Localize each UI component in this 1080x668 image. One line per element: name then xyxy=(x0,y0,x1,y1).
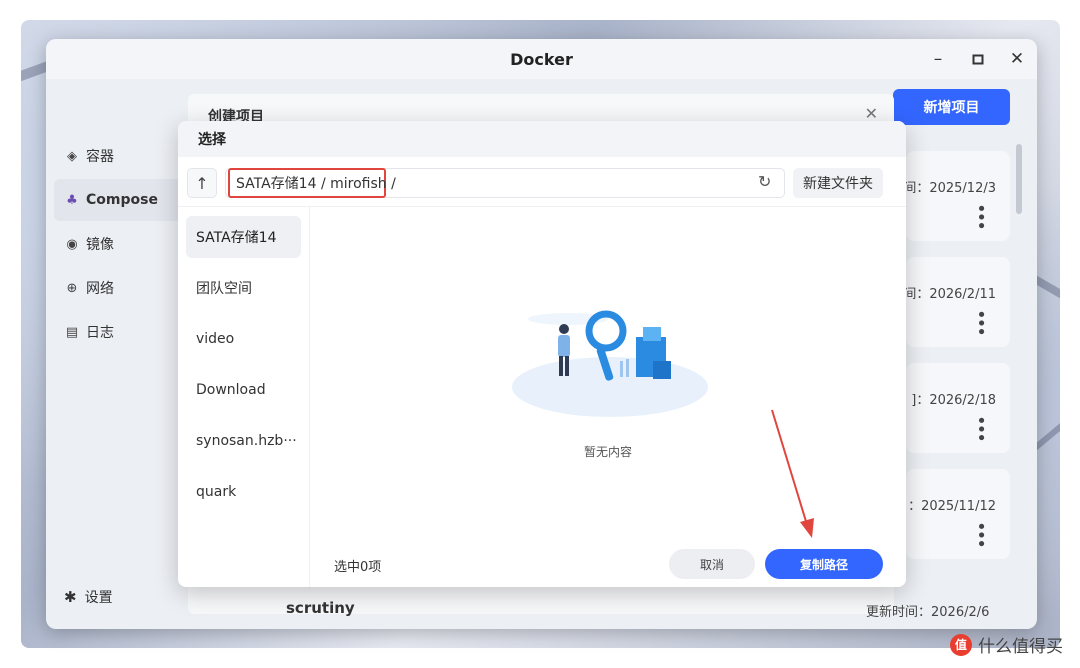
card-date: 间：2025/12/3 xyxy=(903,181,996,196)
sidebar-item-network[interactable]: ⊕ 网络 xyxy=(54,267,182,309)
sidebar-item-label: 日志 xyxy=(86,325,114,341)
card-date: 间：2026/2/11 xyxy=(903,287,996,302)
copy-path-button[interactable]: 复制路径 xyxy=(765,549,883,579)
project-card[interactable]: ]：2026/2/18 ••• xyxy=(906,363,1010,453)
watermark-badge: 值 xyxy=(950,633,972,656)
sidebar: ◈ 容器 ♣ Compose ◉ 镜像 ⊕ 网络 ▤ 日志 xyxy=(46,79,186,629)
dialog-title: 选择 xyxy=(178,121,906,157)
more-icon[interactable]: ••• xyxy=(970,415,991,441)
more-icon[interactable]: ••• xyxy=(970,521,991,547)
divider xyxy=(309,207,310,587)
sidebar-item-label: 镜像 xyxy=(86,237,114,253)
window-title: Docker xyxy=(510,49,573,69)
new-project-button[interactable]: 新增项目 xyxy=(893,89,1010,125)
divider xyxy=(178,206,906,207)
directory-item[interactable]: video xyxy=(186,318,301,360)
watermark-text: 什么值得买 xyxy=(978,637,1063,657)
selected-count: 选中0项 xyxy=(334,560,382,575)
gear-icon: ✱ xyxy=(64,588,77,606)
directory-item[interactable]: 团队空间 xyxy=(186,267,301,309)
layers-icon: ◈ xyxy=(67,148,77,164)
project-name: scrutiny xyxy=(286,599,355,617)
directory-item[interactable]: Download xyxy=(186,369,301,411)
directory-item[interactable]: quark xyxy=(186,471,301,513)
close-icon[interactable]: ✕ xyxy=(1005,47,1029,71)
cancel-button[interactable]: 取消 xyxy=(669,549,755,579)
up-arrow-icon[interactable]: ↑ xyxy=(187,168,217,198)
scrollbar[interactable] xyxy=(1016,144,1022,214)
log-icon: ▤ xyxy=(65,324,79,340)
sidebar-item-label: 网络 xyxy=(86,281,114,297)
annotation-arrow xyxy=(771,409,814,538)
disc-icon: ◉ xyxy=(66,236,78,252)
card-date: ]：2026/2/18 xyxy=(911,393,996,408)
empty-state-text: 暂无内容 xyxy=(583,445,632,459)
compose-icon: ♣ xyxy=(66,192,78,208)
maximize-icon[interactable] xyxy=(966,47,990,71)
directory-item[interactable]: synosan.hzb··· xyxy=(186,420,301,462)
more-icon[interactable]: ••• xyxy=(970,203,991,229)
project-card[interactable]: 间：2025/12/3 ••• xyxy=(903,151,1010,241)
project-date: 更新时间：2026/2/6 xyxy=(866,605,990,620)
new-folder-button[interactable]: 新建文件夹 xyxy=(793,168,883,198)
current-path: SATA存储14 / mirofish / xyxy=(228,168,396,198)
sidebar-item-images[interactable]: ◉ 镜像 xyxy=(54,223,182,265)
project-card[interactable]: 间：2026/2/11 ••• xyxy=(903,257,1010,347)
refresh-icon[interactable]: ↻ xyxy=(758,172,771,191)
empty-state-illustration xyxy=(512,310,708,417)
settings-label: 设置 xyxy=(84,590,113,606)
sidebar-item-compose[interactable]: ♣ Compose xyxy=(54,179,182,221)
more-icon[interactable]: ••• xyxy=(970,309,991,335)
sidebar-item-label: 容器 xyxy=(86,149,114,165)
project-card[interactable]: ：2025/11/12 ••• xyxy=(906,469,1010,559)
title-bar: Docker – ✕ xyxy=(46,39,1037,79)
minimize-icon[interactable]: – xyxy=(926,47,950,71)
sidebar-item-containers[interactable]: ◈ 容器 xyxy=(54,135,182,177)
watermark: 值 什么值得买 xyxy=(950,632,1063,657)
card-date: ：2025/11/12 xyxy=(908,499,996,514)
sidebar-item-label: Compose xyxy=(86,192,158,208)
directory-item[interactable]: SATA存储14 xyxy=(186,216,301,258)
globe-icon: ⊕ xyxy=(66,280,78,296)
settings-button[interactable]: ✱ 设置 xyxy=(64,587,113,607)
sidebar-item-logs[interactable]: ▤ 日志 xyxy=(54,311,182,353)
